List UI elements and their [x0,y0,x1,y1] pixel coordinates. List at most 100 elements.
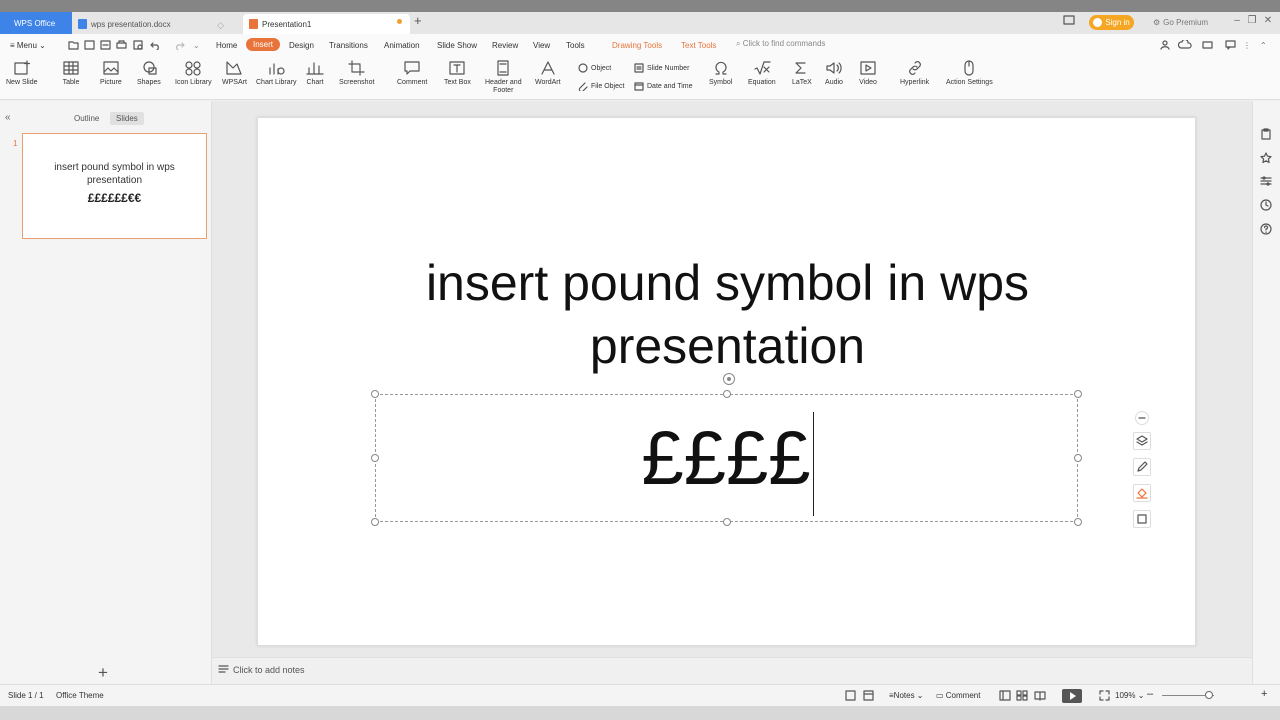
object-button[interactable]: Object [578,63,611,73]
tab-transitions[interactable]: Transitions [329,39,368,52]
collapse-ribbon-icon[interactable]: ⌃ [1260,39,1267,52]
resize-handle-w[interactable] [371,454,379,462]
more-icon[interactable]: ⋮ [1243,39,1251,52]
rotate-handle[interactable] [723,373,735,385]
text-box-content[interactable]: ££££ [376,395,1079,523]
sign-in-button[interactable]: Sign in [1089,15,1134,30]
cloud-upload-icon[interactable] [1178,40,1192,50]
action-settings-button[interactable]: Action Settings [946,60,993,87]
shapes-button[interactable]: Shapes [137,60,161,87]
equation-button[interactable]: Equation [748,60,776,87]
go-premium-button[interactable]: ⚙ Go Premium [1153,18,1208,27]
chart-library-button[interactable]: Chart Library [256,60,296,87]
symbol-button[interactable]: Symbol [709,60,732,87]
tab-slide-show[interactable]: Slide Show [437,39,477,52]
tab-design[interactable]: Design [289,39,314,52]
fit-to-window-icon[interactable] [1099,690,1110,701]
slide[interactable]: insert pound symbol in wps presentation … [257,117,1196,646]
video-button[interactable]: Video [859,60,877,87]
notes-toggle-button[interactable]: ≡Notes ⌄ [889,691,924,700]
notes-pane[interactable]: Click to add notes [212,657,1252,684]
quick-access-dropdown-icon[interactable]: ⌄ [193,39,200,52]
comment-toggle-button[interactable]: ▭ Comment [936,691,980,700]
tab-drawing-tools[interactable]: Drawing Tools [612,39,662,52]
picture-button[interactable]: Picture [100,60,122,87]
resize-handle-s[interactable] [723,518,731,526]
help-icon[interactable] [1260,223,1272,235]
outline-button[interactable] [1133,510,1151,528]
resize-handle-ne[interactable] [1074,390,1082,398]
menu-button[interactable]: ≡ Menu ⌄ [10,39,46,52]
restore-icon[interactable]: ❐ [1245,15,1259,29]
reading-view-icon[interactable] [1034,690,1046,701]
collapse-panel-icon[interactable]: « [5,112,11,123]
redo-icon[interactable] [174,40,185,50]
smart-art-icon[interactable] [845,690,856,701]
zoom-level[interactable]: 109% ⌄ [1115,691,1144,700]
text-box-button[interactable]: Text Box [444,60,471,87]
chart-button[interactable]: Chart [306,60,324,87]
undo-icon[interactable] [150,40,161,50]
date-time-button[interactable]: Date and Time [634,81,693,91]
star-icon[interactable] [1260,152,1272,164]
add-slide-icon[interactable]: + [98,663,108,683]
clipboard-icon[interactable] [1260,128,1272,140]
header-footer-button[interactable]: Header and Footer [485,60,522,95]
resize-handle-sw[interactable] [371,518,379,526]
slide-title[interactable]: insert pound symbol in wps presentation [258,252,1197,378]
zoom-in-icon[interactable]: + [1261,688,1267,700]
resize-handle-n[interactable] [723,390,731,398]
audio-button[interactable]: Audio [825,60,843,87]
selected-text-box[interactable]: ££££ [375,394,1078,522]
print-preview-icon[interactable] [133,40,144,50]
hyperlink-button[interactable]: Hyperlink [900,60,929,87]
latex-button[interactable]: LaTeX [792,60,812,87]
tab-text-tools[interactable]: Text Tools [681,39,716,52]
wordart-button[interactable]: WordArt [535,60,561,87]
tab-animation[interactable]: Animation [384,39,420,52]
icon-library-button[interactable]: Icon Library [175,60,212,87]
table-button[interactable]: Table [62,60,80,87]
open-folder-icon[interactable] [68,40,79,50]
tab-presentation[interactable]: Presentation1 [243,14,410,34]
slide-sorter-icon[interactable] [1016,690,1028,701]
tab-review[interactable]: Review [492,39,518,52]
slides-tab[interactable]: Slides [110,112,144,125]
tab-tools[interactable]: Tools [566,39,585,52]
share-icon[interactable] [1160,40,1171,50]
collapse-toolbar-button[interactable] [1135,411,1149,425]
resize-handle-se[interactable] [1074,518,1082,526]
comment-button[interactable]: Comment [397,60,427,87]
slide-thumbnail[interactable]: insert pound symbol in wps presentation … [22,133,207,239]
zoom-slider-knob[interactable] [1205,691,1213,699]
resize-handle-e[interactable] [1074,454,1082,462]
outline-tab[interactable]: Outline [68,112,105,125]
workspace-icon[interactable] [1063,15,1075,25]
tab-insert[interactable]: Insert [246,38,281,51]
file-object-button[interactable]: File Object [578,81,624,91]
edit-pen-button[interactable] [1133,458,1151,476]
layers-button[interactable] [1133,432,1151,450]
tab-view[interactable]: View [533,39,550,52]
play-slideshow-button[interactable] [1062,689,1082,703]
print-icon[interactable] [116,40,127,50]
tab-document[interactable]: wps presentation.docx ◇ [72,14,242,34]
slide-layout-icon[interactable] [863,690,874,701]
close-icon[interactable]: ✕ [1261,15,1275,29]
new-tab-icon[interactable]: + [414,13,422,28]
new-slide-button[interactable]: New Slide [6,60,38,87]
resize-handle-nw[interactable] [371,390,379,398]
mail-icon[interactable] [1202,40,1213,50]
tab-wps-office[interactable]: WPS Office [0,12,72,34]
fill-button[interactable] [1133,484,1151,502]
tab-close-icon[interactable]: ◇ [217,20,224,31]
wpsart-button[interactable]: WPSArt [222,60,247,87]
properties-icon[interactable] [1260,175,1272,187]
tab-home[interactable]: Home [216,39,237,52]
export-icon[interactable] [100,40,111,50]
zoom-out-icon[interactable]: – [1147,688,1153,700]
history-icon[interactable] [1260,199,1272,211]
comment-bubble-icon[interactable] [1225,40,1236,50]
save-icon[interactable] [84,40,95,50]
slide-number-button[interactable]: Slide Number [634,63,689,73]
